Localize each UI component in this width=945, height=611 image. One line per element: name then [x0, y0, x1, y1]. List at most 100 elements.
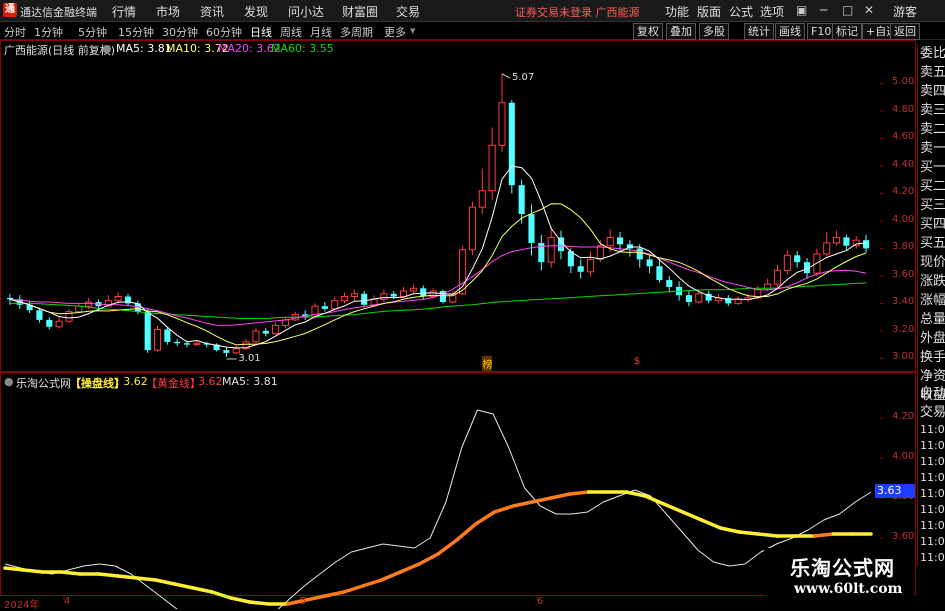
trade-row-label: 交易	[920, 405, 945, 420]
quote-row-label: 外盘	[920, 331, 945, 346]
candle-body-up	[380, 293, 388, 300]
trade-row-label: 11:05	[920, 551, 945, 564]
trade-row-label: 11:05	[920, 439, 945, 452]
candle-body-down	[508, 102, 515, 186]
candle-body-down	[184, 343, 191, 345]
caopan-line-segment	[153, 578, 177, 586]
candle-body-down	[390, 293, 397, 297]
huangjin-line-segment	[360, 578, 384, 588]
quote-row-label: 买二	[920, 179, 945, 194]
caopan-line-segment	[247, 600, 271, 606]
caopan-line-segment	[210, 590, 233, 600]
caopan-line-segment	[59, 570, 83, 576]
candle-body-down	[646, 259, 653, 267]
candle-body-down	[518, 185, 525, 215]
trade-row-label: 11:05	[920, 535, 945, 548]
quote-row-label: 买一	[920, 160, 945, 175]
quote-row-label: 委比	[920, 46, 945, 61]
candle-body-down	[843, 237, 850, 246]
quote-row-label: 涨跌	[920, 274, 945, 289]
candle-body-up	[498, 102, 506, 146]
candle-body-down	[321, 306, 328, 309]
watermark-title: 乐淘公式网	[790, 556, 895, 580]
high-pointer	[501, 73, 511, 79]
candle-body-up	[695, 293, 703, 303]
huangjin-line-segment	[342, 584, 365, 594]
quote-row-label: 卖一	[920, 141, 945, 156]
huangjin-line-segment	[455, 522, 478, 542]
candle-body-up	[409, 287, 417, 292]
candle-body-down	[656, 266, 663, 281]
ma5-line	[9, 165, 867, 349]
caopan-line-segment	[756, 532, 779, 538]
candle-body-up	[55, 320, 63, 328]
caopan-line-segment	[643, 494, 666, 506]
huangjin-line-segment	[417, 552, 440, 566]
candle-body-up	[783, 254, 791, 271]
huangjin-line-segment	[436, 538, 459, 556]
trade-row-label: 11:05	[920, 455, 945, 468]
candle-body-down	[36, 310, 43, 320]
huangjin-line-segment	[473, 510, 497, 526]
candle-body-up	[764, 283, 772, 291]
caopan-line-segment	[737, 530, 760, 536]
quote-row-label: 现价	[920, 255, 945, 270]
quote-row-label: 卖二	[920, 122, 945, 137]
ma10-line	[9, 203, 867, 346]
huangjin-line-segment	[568, 490, 591, 496]
huangjin-line-segment	[323, 590, 346, 598]
huangjin-line-segment	[530, 496, 553, 504]
candle-body-up	[606, 236, 614, 247]
candle-body-up	[232, 348, 240, 354]
candle-body-down	[361, 293, 368, 305]
candle-body-up	[281, 319, 290, 326]
candle-body-up	[114, 296, 122, 302]
quote-row-label: 换手	[920, 350, 945, 365]
candle-body-up	[85, 301, 93, 307]
candle-body-down	[577, 266, 584, 272]
kline-chart[interactable]	[0, 0, 914, 609]
candle-body-up	[331, 300, 339, 310]
huangjin-line-segment	[398, 562, 421, 574]
candle-body-up	[586, 258, 595, 273]
candle-body-up	[773, 269, 782, 285]
candle-body-up	[340, 296, 349, 302]
candle-body-up	[153, 329, 162, 351]
candle-body-down	[174, 341, 181, 344]
caopan-line-segment	[662, 502, 685, 514]
quote-row-label: 卖三	[920, 103, 945, 118]
quote-panel: 委比 卖五 卖四 卖三 卖二 卖一 买一 买二 买三 买四 买五 现价 涨跌 涨幅 总量 外盘 换手 净资 收益	[917, 44, 945, 405]
caopan-line-segment	[718, 526, 741, 534]
quote-row-label: 卖四	[920, 84, 945, 99]
candle-body-up	[193, 342, 201, 346]
huangjin-line-segment	[511, 500, 534, 508]
candle-body-up	[350, 293, 358, 298]
candle-body-up	[823, 242, 831, 255]
candle-body-down	[164, 329, 171, 342]
huangjin-line-segment	[304, 594, 327, 602]
candle-body-down	[794, 255, 801, 263]
candle-body-up	[370, 298, 378, 306]
huangjin-line-segment	[549, 492, 572, 500]
caopan-line-segment	[116, 574, 139, 580]
candle-body-down	[617, 237, 624, 245]
candle-body-down	[420, 288, 427, 297]
candle-body-up	[252, 330, 260, 343]
quote-row-label: 买四	[920, 217, 945, 232]
quote-row-label: 买三	[920, 198, 945, 213]
candle-body-down	[528, 214, 535, 243]
candle-body-down	[666, 280, 673, 287]
trade-row-label: 11:05	[920, 423, 945, 436]
quote-row-label: 涨幅	[920, 293, 945, 308]
trade-row-label: 11:05	[920, 471, 945, 484]
candle-body-down	[636, 248, 643, 260]
watermark-url: www.60lt.com	[794, 581, 903, 597]
caopan-line-segment	[680, 510, 704, 522]
candle-body-down	[863, 240, 870, 249]
huangjin-line-segment	[812, 532, 836, 538]
quote-row-label: 卖五	[920, 65, 945, 80]
caopan-line-segment	[229, 596, 252, 604]
trade-row-label: 11:05	[920, 503, 945, 516]
huangjin-line-segment	[285, 598, 308, 606]
candle-body-down	[144, 311, 151, 351]
